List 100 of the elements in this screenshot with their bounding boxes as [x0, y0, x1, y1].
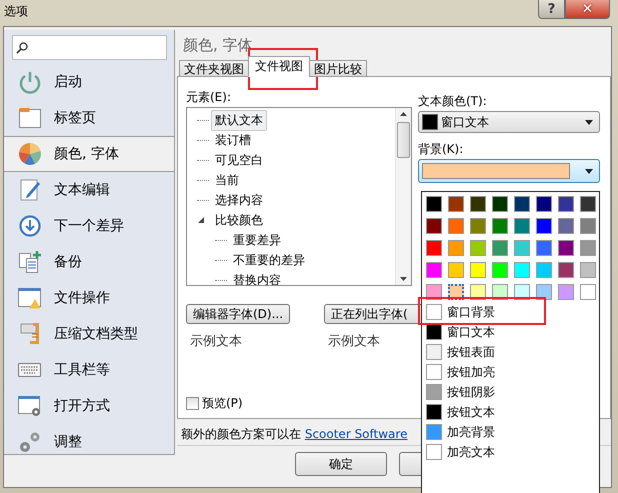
- color-option[interactable]: [558, 262, 574, 278]
- color-option[interactable]: [536, 196, 552, 212]
- tab[interactable]: 图片比较: [309, 60, 367, 77]
- tree-item[interactable]: 装订槽: [211, 130, 255, 150]
- tree-item[interactable]: 替换内容: [229, 270, 285, 285]
- help-button[interactable]: ?: [538, 0, 565, 19]
- color-option[interactable]: [426, 240, 442, 256]
- color-option[interactable]: [470, 218, 486, 234]
- sidebar-item[interactable]: 调整: [4, 424, 174, 454]
- scrollbar[interactable]: [395, 108, 411, 285]
- sidebar-item[interactable]: 颜色, 字体: [4, 136, 174, 172]
- caret-icon: [585, 168, 593, 174]
- color-option[interactable]: [514, 240, 530, 256]
- scroll-thumb[interactable]: [397, 122, 410, 158]
- copy-documents-icon: [18, 250, 42, 274]
- window-title: 选项: [4, 3, 28, 20]
- color-option[interactable]: [448, 218, 464, 234]
- window-gear-icon: [18, 394, 42, 418]
- color-option[interactable]: [580, 218, 596, 234]
- color-option[interactable]: [514, 196, 530, 212]
- expander-icon[interactable]: [197, 216, 205, 224]
- color-option[interactable]: [448, 196, 464, 212]
- scroll-down-icon[interactable]: [400, 277, 407, 281]
- caret-icon: [585, 120, 593, 124]
- system-color-option[interactable]: 窗口文本: [426, 323, 499, 341]
- color-option[interactable]: [558, 218, 574, 234]
- system-color-option[interactable]: 加亮背景: [426, 423, 499, 441]
- sidebar-item[interactable]: 启动: [4, 64, 174, 100]
- text-color-label: 文本颜色(T):: [418, 93, 488, 110]
- system-color-option[interactable]: 按钮文本: [426, 403, 499, 421]
- color-option[interactable]: [536, 218, 552, 234]
- tree-item[interactable]: 可见空白: [211, 150, 267, 170]
- color-option[interactable]: [558, 196, 574, 212]
- pie-chart-icon: [18, 142, 42, 166]
- color-option[interactable]: [536, 240, 552, 256]
- clamp-icon: [18, 322, 42, 346]
- color-option[interactable]: [448, 262, 464, 278]
- website-link[interactable]: Scooter Software: [304, 427, 408, 441]
- color-option[interactable]: [492, 240, 508, 256]
- color-option[interactable]: [580, 196, 596, 212]
- sidebar-item[interactable]: 压缩文档类型: [4, 316, 174, 352]
- notepad-pencil-icon: [18, 178, 42, 202]
- background-label: 背景(K):: [418, 141, 464, 158]
- preview-checkbox[interactable]: [186, 397, 199, 410]
- color-option[interactable]: [580, 262, 596, 278]
- tree-item[interactable]: 比较颜色: [211, 210, 267, 230]
- system-color-option[interactable]: 按钮加亮: [426, 363, 499, 381]
- sidebar-item[interactable]: 标签页: [4, 100, 174, 136]
- color-option[interactable]: [470, 240, 486, 256]
- color-option[interactable]: [426, 218, 442, 234]
- color-option[interactable]: [492, 262, 508, 278]
- color-option[interactable]: [558, 284, 574, 300]
- system-color-option[interactable]: 窗口背景: [426, 303, 499, 321]
- sidebar-item[interactable]: 工具栏等: [4, 352, 174, 388]
- sidebar-item[interactable]: 备份: [4, 244, 174, 280]
- window-warning-icon: [18, 286, 42, 310]
- ok-button[interactable]: 确定: [295, 452, 387, 476]
- tree-item[interactable]: 不重要的差异: [229, 250, 309, 270]
- search-field[interactable]: [12, 35, 167, 60]
- system-color-option[interactable]: 加亮文本: [426, 443, 499, 461]
- elements-label: 元素(E):: [186, 89, 232, 106]
- color-option[interactable]: [470, 262, 486, 278]
- color-option[interactable]: [492, 196, 508, 212]
- sidebar-item[interactable]: 文本编辑: [4, 172, 174, 208]
- tree-item[interactable]: 选择内容: [211, 190, 267, 210]
- text-color-dropdown[interactable]: 窗口文本: [418, 111, 600, 133]
- background-dropdown[interactable]: [418, 159, 600, 183]
- tab[interactable]: 文件视图: [248, 56, 310, 77]
- color-option[interactable]: [514, 218, 530, 234]
- power-icon: [18, 70, 42, 94]
- color-option[interactable]: [536, 262, 552, 278]
- sidebar-item[interactable]: 打开方式: [4, 388, 174, 424]
- color-option[interactable]: [536, 284, 552, 300]
- sample-text: 示例文本: [189, 333, 243, 350]
- sidebar-item[interactable]: 下一个差异: [4, 208, 174, 244]
- color-option[interactable]: [426, 196, 442, 212]
- color-option[interactable]: [580, 240, 596, 256]
- tab-page-icon: [18, 106, 42, 130]
- color-option[interactable]: [470, 196, 486, 212]
- tree-item[interactable]: 默认文本: [211, 110, 267, 130]
- system-color-option[interactable]: 按钮表面: [426, 343, 499, 361]
- color-option[interactable]: [492, 218, 508, 234]
- preview-label: 预览(P): [202, 395, 243, 412]
- tab[interactable]: 文件夹视图: [179, 60, 249, 77]
- color-option[interactable]: [448, 240, 464, 256]
- color-option[interactable]: [558, 240, 574, 256]
- sample-text: 示例文本: [327, 333, 382, 350]
- page-heading: 颜色, 字体: [183, 36, 254, 55]
- tree-item[interactable]: 重要差异: [229, 230, 285, 250]
- down-arrow-circle-icon: [18, 214, 42, 238]
- system-color-option[interactable]: 按钮阴影: [426, 383, 499, 401]
- editor-font-button[interactable]: 编辑器字体(D)...: [186, 304, 290, 324]
- color-option[interactable]: [514, 262, 530, 278]
- search-icon: [16, 42, 28, 54]
- scroll-up-icon[interactable]: [400, 112, 407, 116]
- sidebar-item[interactable]: 文件操作: [4, 280, 174, 316]
- tree-item[interactable]: 当前: [211, 170, 243, 190]
- color-option[interactable]: [580, 284, 596, 300]
- color-option[interactable]: [426, 262, 442, 278]
- footer-text: 额外的颜色方案可以在: [181, 426, 302, 442]
